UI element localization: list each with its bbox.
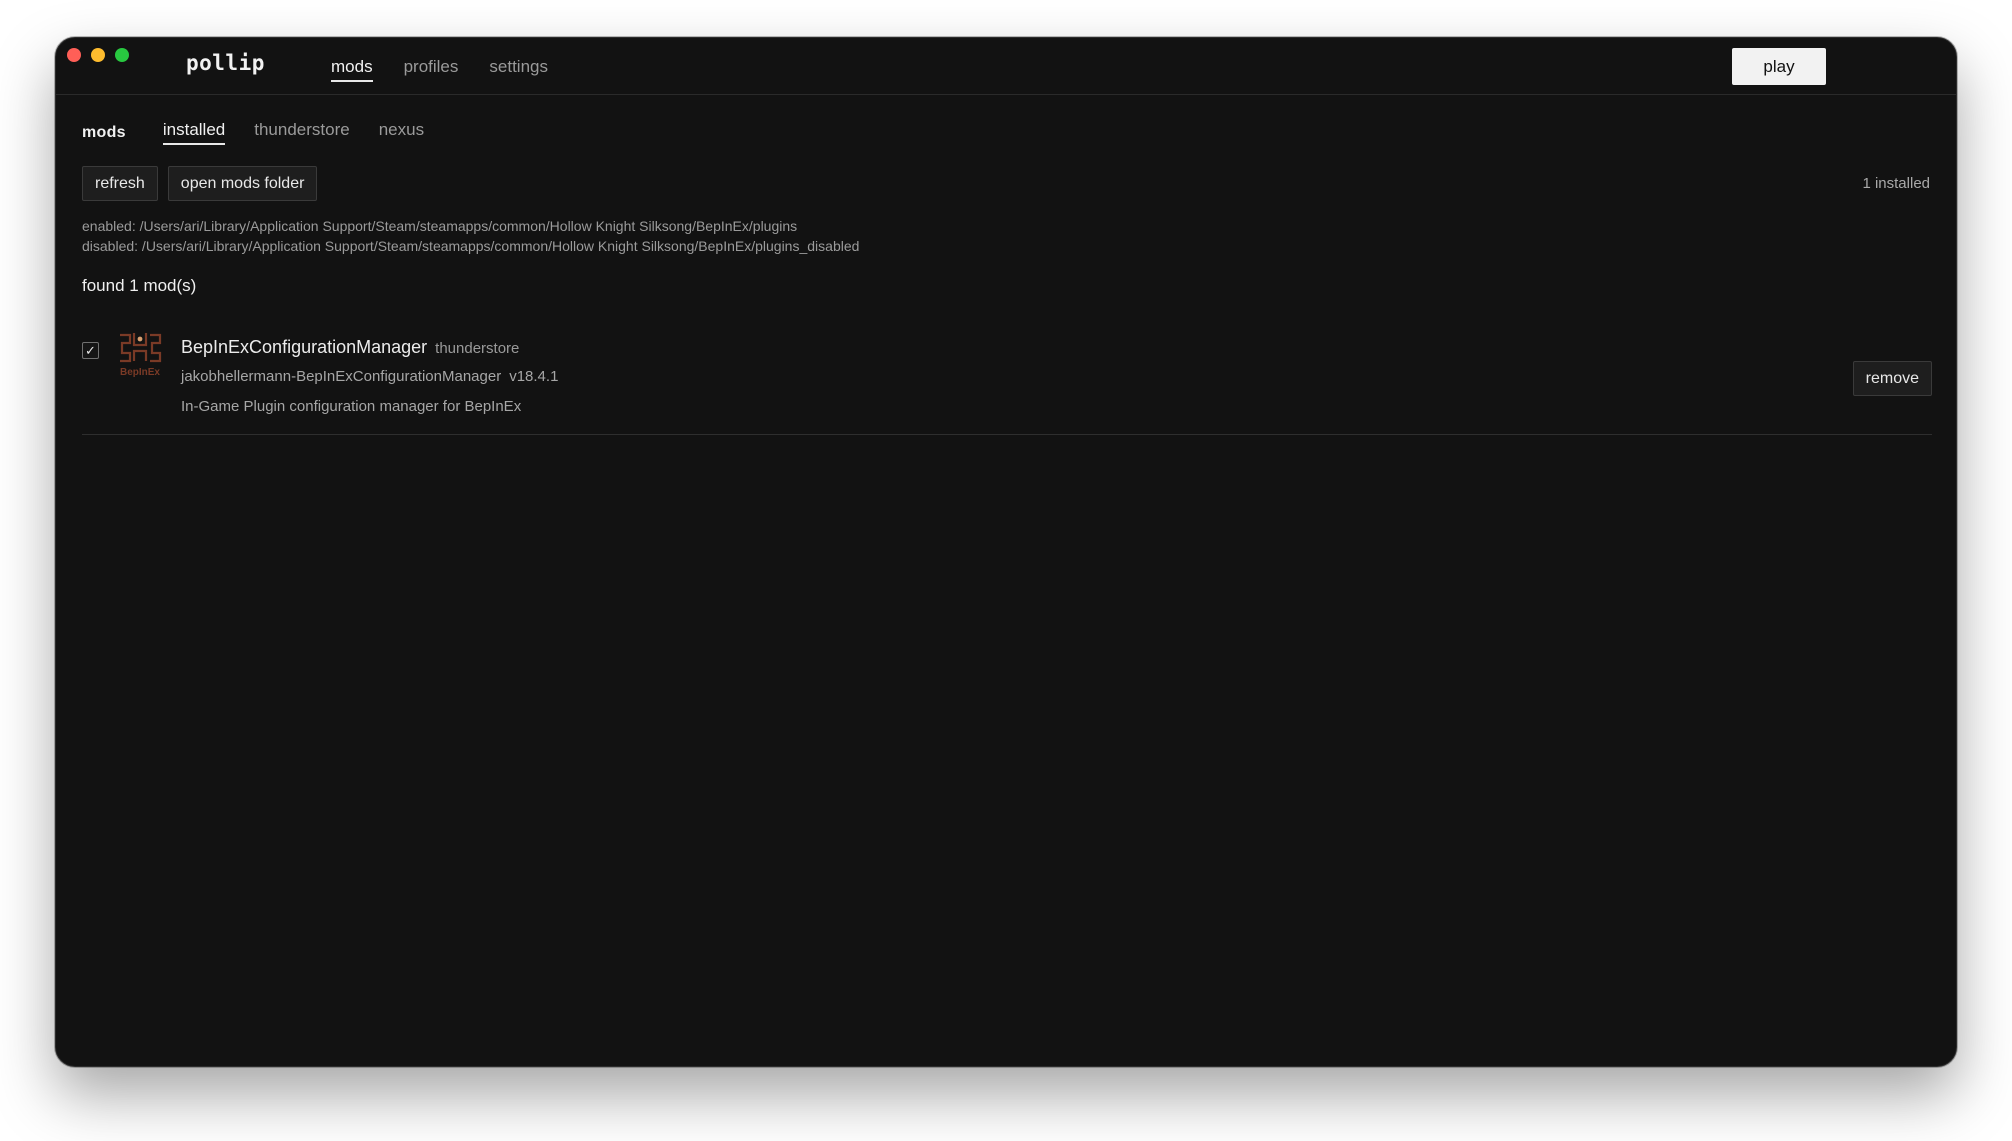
installed-count: 1 installed <box>1862 175 1930 192</box>
mod-meta: jakobhellermann-BepInExConfigurationMana… <box>181 368 558 385</box>
mod-list-item: ✓ BepInEx BepInExConfigurationManager thu… <box>82 325 1932 435</box>
mod-name: BepInExConfigurationManager <box>181 337 428 357</box>
mod-source: thunderstore <box>435 340 520 357</box>
nav-tab-mods[interactable]: mods <box>331 57 373 82</box>
open-mods-folder-button[interactable]: open mods folder <box>167 166 318 201</box>
app-window: pollip mods profiles settings play mods … <box>55 37 1957 1067</box>
found-count: found 1 mod(s) <box>82 276 197 295</box>
mods-subheader: mods installed thunderstore nexus <box>82 120 424 145</box>
mods-toolbar: refresh open mods folder <box>82 166 318 201</box>
app-brand: pollip <box>186 51 265 75</box>
enabled-path: enabled: /Users/ari/Library/Application … <box>82 218 798 234</box>
play-button[interactable]: play <box>1732 48 1826 85</box>
disabled-path: disabled: /Users/ari/Library/Application… <box>82 238 860 254</box>
top-nav: mods profiles settings <box>331 57 548 82</box>
remove-mod-button[interactable]: remove <box>1852 361 1932 396</box>
tab-nexus[interactable]: nexus <box>379 120 424 145</box>
mods-subnav: installed thunderstore nexus <box>162 120 424 145</box>
mod-description: In-Game Plugin configuration manager for… <box>181 398 522 415</box>
refresh-button[interactable]: refresh <box>82 166 158 201</box>
mod-title: BepInExConfigurationManager thunderstore <box>181 337 519 358</box>
mod-enabled-checkbox[interactable]: ✓ <box>82 342 99 359</box>
mod-full-name: jakobhellermann-BepInExConfigurationMana… <box>181 368 502 385</box>
bepinex-logo-icon: BepInEx <box>120 333 162 378</box>
nav-tab-settings[interactable]: settings <box>489 57 548 82</box>
mod-version: v18.4.1 <box>509 368 559 385</box>
tab-installed[interactable]: installed <box>162 120 226 145</box>
top-bar: pollip mods profiles settings play <box>56 38 1956 95</box>
nav-tab-profiles[interactable]: profiles <box>404 57 459 82</box>
plugin-paths: enabled: /Users/ari/Library/Application … <box>82 216 859 256</box>
section-title: mods <box>82 123 126 141</box>
bepinex-logo-text: BepInEx <box>120 367 160 378</box>
tab-thunderstore[interactable]: thunderstore <box>254 120 349 145</box>
